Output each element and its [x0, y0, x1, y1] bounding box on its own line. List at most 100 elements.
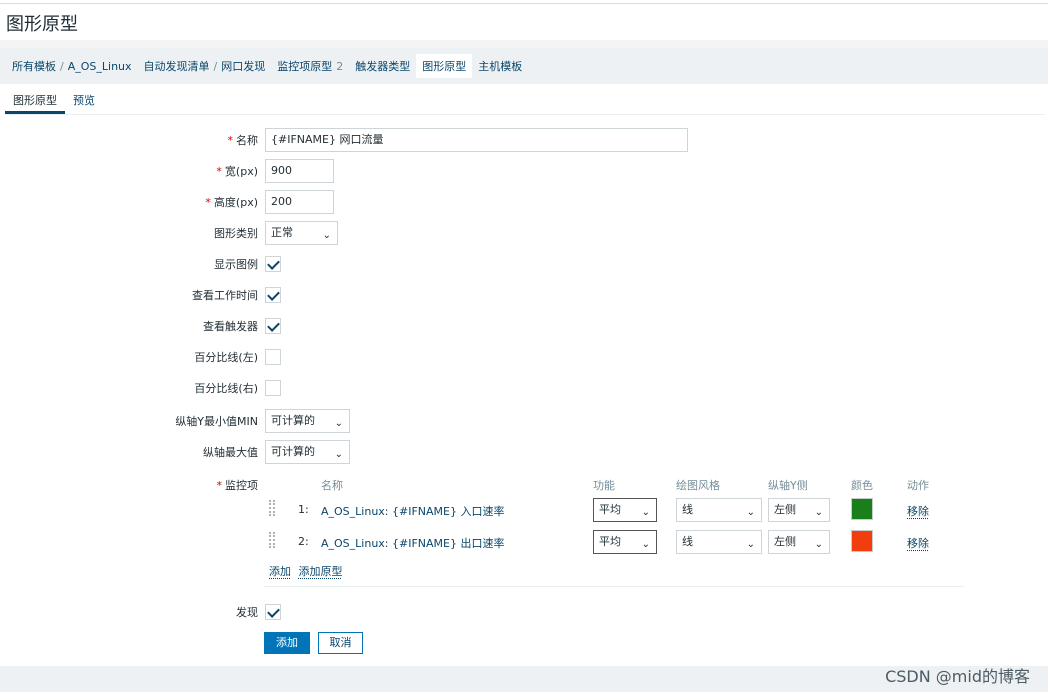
y-min-value: 可计算的	[271, 414, 315, 427]
items-header-draw-style: 绘图风格	[676, 479, 720, 492]
item-prototypes-count: 2	[336, 59, 344, 73]
chevron-down-icon: ⌄	[814, 507, 823, 518]
name-input[interactable]: {#IFNAME} 网口流量	[265, 128, 688, 152]
items-add-links: 添加 添加原型	[269, 563, 343, 579]
graph-type-value: 正常	[271, 226, 293, 239]
drag-handle-icon[interactable]	[269, 532, 275, 548]
item-color-swatch[interactable]	[851, 530, 873, 552]
breadcrumb-all-templates[interactable]: 所有模板	[6, 54, 62, 78]
breadcrumb-template-a-os-linux[interactable]: A_OS_Linux	[62, 54, 138, 78]
table-row: 1: A_OS_Linux: {#IFNAME} 入口速率 平均 ⌄ 线 ⌄ 左侧 ⌄…	[264, 496, 964, 524]
item-color-swatch[interactable]	[851, 498, 873, 520]
item-y-axis-side-select[interactable]: 左侧 ⌄	[768, 530, 830, 554]
row-width: * 宽(px) 900	[5, 159, 1045, 183]
add-button[interactable]: 添加	[264, 632, 310, 654]
breadcrumb-graph-prototypes[interactable]: 图形原型	[416, 54, 473, 78]
row-show-triggers: 查看触发器	[5, 314, 1045, 338]
required-marker: *	[216, 165, 222, 178]
items-label: * 监控项	[217, 477, 259, 493]
chevron-down-icon: ⌄	[814, 539, 823, 550]
show-working-time-checkbox[interactable]	[265, 287, 281, 303]
item-draw-style-select[interactable]: 线 ⌄	[676, 530, 762, 554]
chevron-down-icon: ⌄	[334, 449, 343, 460]
y-min-select[interactable]: 可计算的 ⌄	[265, 409, 350, 433]
y-max-label: 纵轴最大值	[203, 446, 258, 459]
items-label-text: 监控项	[225, 479, 258, 492]
item-name-link[interactable]: A_OS_Linux: {#IFNAME} 出口速率	[321, 535, 504, 551]
add-prototype-link[interactable]: 添加原型	[299, 565, 343, 578]
row-percentile-left: 百分比线(左)	[5, 345, 1045, 369]
tab-graph-prototype[interactable]: 图形原型	[5, 86, 65, 114]
add-item-link[interactable]: 添加	[269, 565, 291, 578]
row-show-legend: 显示图例	[5, 252, 1045, 276]
page-title: 图形原型	[6, 14, 78, 35]
item-function-select[interactable]: 平均 ⌄	[593, 530, 657, 554]
breadcrumb-nic-discovery[interactable]: 网口发现	[215, 54, 271, 78]
item-name-link[interactable]: A_OS_Linux: {#IFNAME} 入口速率	[321, 503, 504, 519]
items-header-action: 动作	[907, 479, 929, 492]
item-function-select[interactable]: 平均 ⌄	[593, 498, 657, 522]
row-y-max: 纵轴最大值 可计算的 ⌄	[5, 440, 1045, 464]
show-working-time-label: 查看工作时间	[192, 289, 258, 302]
item-remove-link[interactable]: 移除	[907, 535, 929, 551]
show-legend-label: 显示图例	[214, 258, 258, 271]
item-function-value: 平均	[599, 535, 621, 548]
row-y-min: 纵轴Y最小值MIN 可计算的 ⌄	[5, 409, 1045, 433]
percentile-right-checkbox[interactable]	[265, 380, 281, 396]
item-draw-style-value: 线	[682, 535, 693, 548]
items-table: 名称 功能 绘图风格 纵轴Y侧 颜色 动作 1: A_OS_Linux: {#I…	[264, 473, 964, 589]
chevron-down-icon: ⌄	[641, 507, 650, 518]
items-header-y-axis-side: 纵轴Y侧	[768, 479, 808, 492]
breadcrumb-host-prototypes[interactable]: 主机模板	[472, 54, 528, 78]
breadcrumb-trigger-prototypes[interactable]: 触发器类型	[349, 54, 416, 78]
discover-label: 发现	[236, 606, 258, 619]
breadcrumb-item-prototypes-label: 监控项原型	[277, 60, 333, 73]
y-max-value: 可计算的	[271, 445, 315, 458]
items-header-name: 名称	[321, 479, 343, 492]
row-percentile-right: 百分比线(右)	[5, 376, 1045, 400]
y-max-select[interactable]: 可计算的 ⌄	[265, 440, 350, 464]
cancel-button[interactable]: 取消	[318, 632, 363, 654]
width-label-text: 宽(px)	[224, 165, 258, 178]
width-label: * 宽(px)	[216, 163, 258, 179]
show-triggers-checkbox[interactable]	[265, 318, 281, 334]
width-input[interactable]: 900	[265, 159, 334, 183]
row-name: * 名称 {#IFNAME} 网口流量	[5, 128, 1045, 152]
table-row: 2: A_OS_Linux: {#IFNAME} 出口速率 平均 ⌄ 线 ⌄ 左侧 ⌄…	[264, 528, 964, 556]
chevron-down-icon: ⌄	[641, 539, 650, 550]
item-draw-style-select[interactable]: 线 ⌄	[676, 498, 762, 522]
breadcrumb: 所有模板 / A_OS_Linux 自动发现清单 / 网口发现 监控项原型 2 触…	[0, 48, 1048, 84]
height-label-text: 高度(px)	[213, 196, 258, 209]
tab-bar: 图形原型 预览	[5, 86, 103, 114]
item-index: 1:	[298, 503, 309, 516]
required-marker: *	[216, 479, 223, 492]
item-function-value: 平均	[599, 503, 621, 516]
height-input[interactable]: 200	[265, 190, 334, 214]
required-marker: *	[205, 196, 211, 209]
tab-preview[interactable]: 预览	[65, 86, 103, 114]
graph-type-select[interactable]: 正常 ⌄	[265, 221, 338, 245]
drag-handle-icon[interactable]	[269, 500, 275, 516]
breadcrumb-discovery-list[interactable]: 自动发现清单	[138, 54, 216, 78]
top-divider	[0, 3, 1048, 4]
breadcrumb-item-prototypes[interactable]: 监控项原型 2	[271, 54, 349, 78]
item-y-axis-side-value: 左侧	[774, 503, 796, 516]
header-gap	[0, 40, 1048, 48]
item-y-axis-side-value: 左侧	[774, 535, 796, 548]
graph-prototype-form: * 名称 {#IFNAME} 网口流量 * 宽(px) 900 * 高度(px) 20…	[5, 114, 1045, 666]
item-y-axis-side-select[interactable]: 左侧 ⌄	[768, 498, 830, 522]
items-header-function: 功能	[593, 479, 615, 492]
row-discover: 发现	[5, 600, 1045, 624]
name-label: * 名称	[228, 132, 259, 148]
items-header-color: 颜色	[851, 479, 873, 492]
row-height: * 高度(px) 200	[5, 190, 1045, 214]
show-legend-checkbox[interactable]	[265, 256, 281, 272]
graph-type-label: 图形类别	[214, 227, 258, 240]
height-label: * 高度(px)	[205, 194, 258, 210]
discover-checkbox[interactable]	[265, 604, 281, 620]
csdn-watermark: CSDN @mid的博客	[885, 667, 1030, 686]
percentile-left-checkbox[interactable]	[265, 349, 281, 365]
chevron-down-icon: ⌄	[334, 418, 343, 429]
item-remove-link[interactable]: 移除	[907, 503, 929, 519]
y-min-label: 纵轴Y最小值MIN	[175, 415, 258, 428]
